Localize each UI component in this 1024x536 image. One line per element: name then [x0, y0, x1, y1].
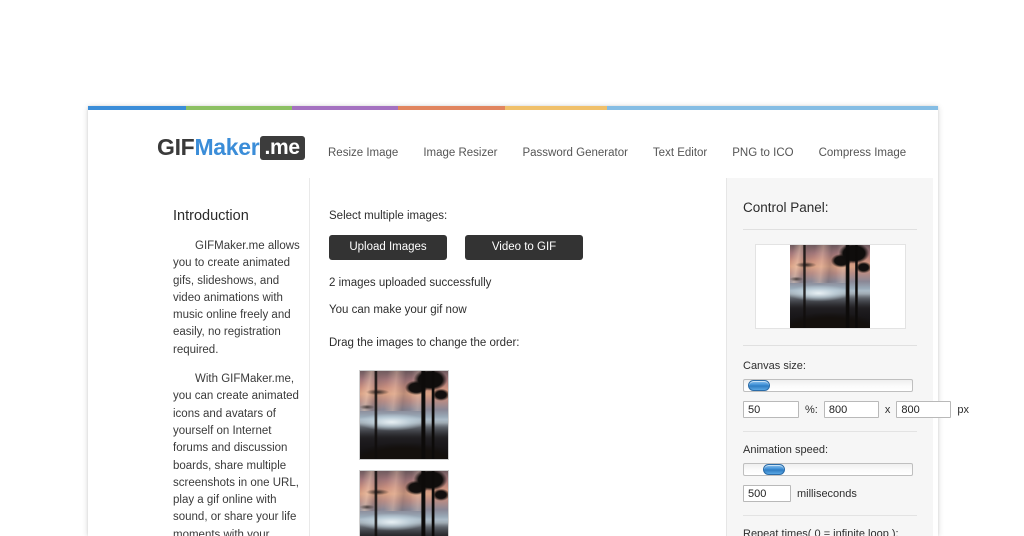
thumbnail-list [359, 370, 726, 536]
introduction-heading: Introduction [173, 208, 301, 224]
nav-item-password-generator[interactable]: Password Generator [522, 148, 627, 160]
animation-speed-slider-knob[interactable] [763, 464, 785, 475]
site-logo[interactable]: GIFMaker.me [157, 136, 305, 160]
control-panel-column: Control Panel: Canvas size: [726, 178, 933, 536]
select-images-label: Select multiple images: [329, 210, 726, 222]
content-area: Introduction GIFMaker.me allows you to c… [155, 178, 933, 536]
main-navigation: Resize Image Image Resizer Password Gene… [328, 148, 906, 160]
upload-status-text: 2 images uploaded successfully [329, 277, 726, 289]
control-panel-title: Control Panel: [743, 200, 917, 215]
control-panel-divider-speed [743, 515, 917, 516]
thumbnail-photo-2 [360, 471, 448, 536]
introduction-column: Introduction GIFMaker.me allows you to c… [155, 178, 310, 536]
nav-item-compress-image[interactable]: Compress Image [819, 148, 907, 160]
canvas-size-unit: px [957, 404, 969, 416]
uploader-button-row: Upload Images Video to GIF [329, 235, 726, 260]
control-panel-divider-top [743, 229, 917, 230]
thumbnail-photo-1 [360, 371, 448, 459]
thumbnail-item-1[interactable] [359, 370, 449, 460]
animation-speed-unit: milliseconds [797, 488, 857, 500]
canvas-size-slider-knob[interactable] [748, 380, 770, 391]
drag-order-label: Drag the images to change the order: [329, 337, 726, 349]
nav-item-resize-image[interactable]: Resize Image [328, 148, 398, 160]
logo-text-maker: Maker [194, 134, 259, 160]
introduction-paragraph-2: With GIFMaker.me, you can create animate… [173, 371, 301, 536]
gif-preview-image [790, 245, 870, 328]
animation-speed-slider[interactable] [743, 463, 913, 476]
canvas-percent-unit: %: [805, 404, 818, 416]
gif-preview-box [755, 244, 906, 329]
repeat-times-block: Repeat times( 0 = infinite loop ): times [743, 528, 917, 536]
animation-speed-block: Animation speed: milliseconds [743, 444, 917, 502]
site-header: GIFMaker.me Resize Image Image Resizer P… [88, 110, 938, 178]
nav-item-text-editor[interactable]: Text Editor [653, 148, 707, 160]
animation-speed-input[interactable] [743, 485, 791, 502]
control-panel-divider-canvas [743, 431, 917, 432]
site-page-card: GIFMaker.me Resize Image Image Resizer P… [88, 106, 938, 536]
canvas-size-slider[interactable] [743, 379, 913, 392]
canvas-height-input[interactable] [896, 401, 951, 418]
canvas-percent-input[interactable] [743, 401, 799, 418]
make-gif-ready-text: You can make your gif now [329, 304, 726, 316]
canvas-times-symbol: x [885, 404, 891, 416]
upload-images-button[interactable]: Upload Images [329, 235, 447, 260]
canvas-size-label: Canvas size: [743, 360, 917, 372]
repeat-times-label: Repeat times( 0 = infinite loop ): [743, 528, 917, 536]
canvas-size-block: Canvas size: %: x px [743, 360, 917, 418]
animation-speed-fields: milliseconds [743, 485, 917, 502]
introduction-paragraph-1: GIFMaker.me allows you to create animate… [173, 238, 301, 359]
animation-speed-label: Animation speed: [743, 444, 917, 456]
logo-badge-me: .me [260, 136, 304, 160]
video-to-gif-button[interactable]: Video to GIF [465, 235, 583, 260]
canvas-width-input[interactable] [824, 401, 879, 418]
thumbnail-item-2[interactable] [359, 470, 449, 536]
canvas-size-fields: %: x px [743, 401, 917, 418]
nav-item-image-resizer[interactable]: Image Resizer [423, 148, 497, 160]
uploader-column: Select multiple images: Upload Images Vi… [311, 178, 726, 536]
control-panel-divider-preview [743, 345, 917, 346]
gif-preview-photo [790, 245, 870, 328]
page-root: GIFMaker.me Resize Image Image Resizer P… [0, 0, 1024, 536]
nav-item-png-to-ico[interactable]: PNG to ICO [732, 148, 793, 160]
logo-text-gif: GIF [157, 134, 194, 160]
